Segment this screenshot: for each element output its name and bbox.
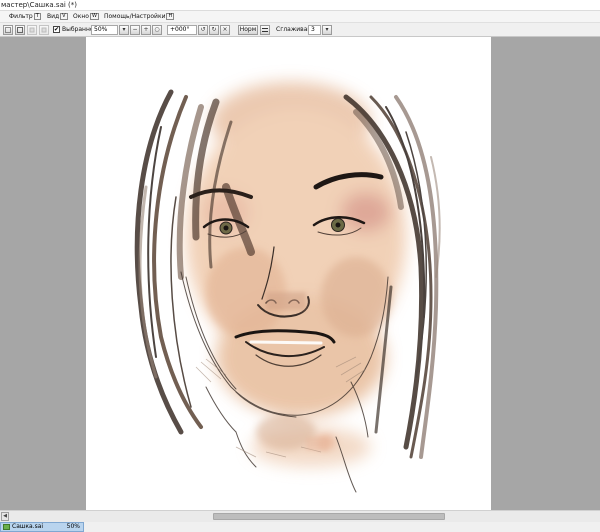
chevron-down-icon: ▾ bbox=[325, 26, 329, 33]
window-title: мастер\Сашка.sai (*) bbox=[0, 0, 600, 11]
plus-icon: + bbox=[143, 26, 149, 33]
rotation-field[interactable]: +000° bbox=[167, 25, 197, 35]
scrollbar-thumb[interactable] bbox=[213, 513, 445, 520]
menu-help-settings[interactable]: Помощь/Настройки H bbox=[104, 11, 175, 23]
selection-checkbox[interactable]: ✔ bbox=[53, 26, 60, 33]
rotate-ccw-button[interactable]: ↺ bbox=[198, 25, 208, 35]
zoom-field[interactable]: 50% bbox=[91, 25, 118, 35]
crop-button[interactable] bbox=[39, 25, 49, 35]
menu-help-settings-accel: H bbox=[166, 13, 175, 20]
menu-view[interactable]: Вид V bbox=[47, 11, 68, 23]
transform-button[interactable] bbox=[27, 25, 37, 35]
menu-help-settings-label: Помощь/Настройки bbox=[104, 13, 166, 20]
select-all-icon bbox=[5, 27, 11, 33]
rotate-cw-button[interactable]: ↻ bbox=[209, 25, 219, 35]
zoom-in-button[interactable]: + bbox=[141, 25, 151, 35]
rotation-reset-button[interactable]: × bbox=[220, 25, 230, 35]
blend-mode-button[interactable]: Норм bbox=[238, 25, 258, 35]
rotate-right-icon: ↻ bbox=[211, 26, 217, 33]
transform-icon bbox=[29, 27, 35, 33]
menu-window[interactable]: Окно W bbox=[73, 11, 99, 23]
menu-filter[interactable]: Фильтр T bbox=[9, 11, 41, 23]
deselect-button[interactable] bbox=[15, 25, 25, 35]
menu-window-accel: W bbox=[89, 13, 99, 20]
document-icon bbox=[3, 524, 10, 530]
document-tab-name: Сашка.sai bbox=[12, 523, 44, 530]
chevron-left-icon: ◀ bbox=[3, 513, 7, 519]
zoom-dropdown-button[interactable]: ▾ bbox=[119, 25, 129, 35]
menu-bar: Фильтр T Вид V Окно W Помощь/Настройки H bbox=[0, 11, 600, 23]
rotate-left-icon: ↺ bbox=[200, 26, 206, 33]
stabilizer-field[interactable]: 3 bbox=[308, 25, 321, 35]
crop-icon bbox=[41, 27, 47, 33]
minus-icon: − bbox=[132, 26, 138, 33]
menu-view-label: Вид bbox=[47, 13, 60, 20]
menu-window-label: Окно bbox=[73, 13, 89, 20]
stabilizer-dropdown-button[interactable]: ▾ bbox=[322, 25, 332, 35]
menu-filter-accel: T bbox=[33, 13, 41, 20]
zoom-reset-button[interactable]: ○ bbox=[152, 25, 162, 35]
drawing-canvas[interactable] bbox=[86, 37, 491, 510]
deselect-icon bbox=[17, 27, 23, 33]
menu-filter-label: Фильтр bbox=[9, 13, 33, 20]
document-tab-zoom: 50% bbox=[66, 523, 80, 530]
zoom-out-button[interactable]: − bbox=[130, 25, 140, 35]
scroll-left-button[interactable]: ◀ bbox=[1, 512, 9, 521]
status-bar: Сашка.sai 50% bbox=[0, 522, 600, 532]
document-tab[interactable]: Сашка.sai 50% bbox=[0, 522, 84, 532]
horizontal-scrollbar[interactable]: ◀ bbox=[0, 510, 600, 522]
rotation-reset-icon: × bbox=[222, 26, 228, 33]
toolbar: ✔ Выбранное 50% ▾ − + ○ +000° ↺ ↻ × Норм… bbox=[0, 23, 600, 37]
portrait-artwork bbox=[134, 82, 441, 493]
flip-view-button[interactable] bbox=[260, 25, 270, 35]
chevron-down-icon: ▾ bbox=[122, 26, 126, 33]
select-all-button[interactable] bbox=[3, 25, 13, 35]
reset-icon: ○ bbox=[154, 26, 160, 33]
menu-view-accel: V bbox=[60, 13, 68, 20]
flip-icon bbox=[262, 28, 268, 32]
canvas-workspace[interactable] bbox=[0, 37, 600, 510]
